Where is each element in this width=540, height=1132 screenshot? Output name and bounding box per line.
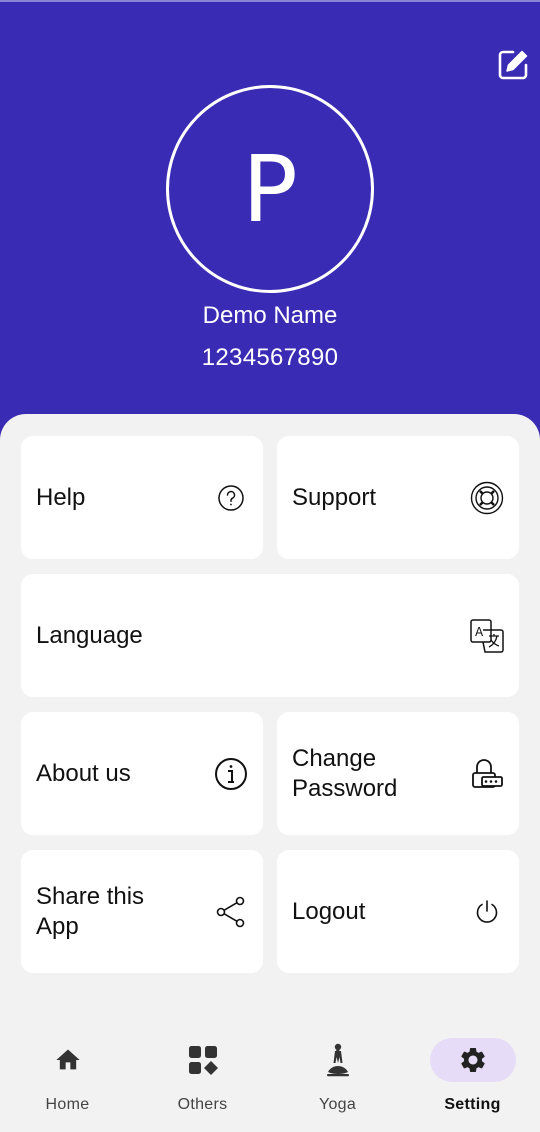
- grid-icon: [189, 1046, 218, 1075]
- yoga-icon: [327, 1043, 349, 1077]
- lifebuoy-icon: [469, 480, 505, 516]
- translate-icon: A: [469, 618, 505, 654]
- about-card[interactable]: About us: [21, 712, 263, 835]
- home-icon: [56, 1049, 80, 1070]
- avatar: P: [166, 85, 374, 293]
- help-label: Help: [36, 483, 86, 511]
- lock-password-icon: [469, 756, 505, 792]
- support-card[interactable]: Support: [277, 436, 519, 559]
- bottom-nav: Home Others Yoga Setting: [0, 1020, 540, 1132]
- change-password-line-1: Change: [292, 744, 377, 772]
- nav-setting-label: Setting: [444, 1096, 501, 1113]
- info-icon: [213, 756, 249, 792]
- nav-home[interactable]: Home: [0, 1020, 135, 1132]
- nav-setting-pill: [430, 1038, 516, 1082]
- share-card[interactable]: Share this App: [21, 850, 263, 973]
- share-line-1: Share this: [36, 882, 145, 910]
- profile-phone: 1234567890: [201, 344, 339, 371]
- gear-icon: [461, 1048, 485, 1072]
- share-icon: [213, 894, 249, 930]
- logout-label: Logout: [292, 897, 366, 925]
- share-line-2: App: [36, 912, 79, 940]
- about-label: About us: [36, 759, 131, 787]
- nav-others-pill: [160, 1038, 246, 1082]
- nav-home-pill: [25, 1038, 111, 1082]
- nav-home-label: Home: [45, 1096, 90, 1113]
- change-password-card[interactable]: Change Password: [277, 712, 519, 835]
- power-icon: [469, 894, 505, 930]
- help-card[interactable]: Help: [21, 436, 263, 559]
- profile-header: P Demo Name 1234567890: [0, 0, 540, 440]
- share-label: Share this App: [36, 882, 144, 942]
- language-card[interactable]: Language A: [21, 574, 519, 697]
- edit-profile-button[interactable]: [494, 46, 532, 84]
- svg-text:A: A: [475, 625, 484, 639]
- profile-name: Demo Name: [202, 302, 338, 329]
- nav-yoga-label: Yoga: [318, 1096, 357, 1113]
- nav-setting[interactable]: Setting: [405, 1020, 540, 1132]
- nav-others-label: Others: [177, 1096, 228, 1113]
- nav-others[interactable]: Others: [135, 1020, 270, 1132]
- nav-yoga[interactable]: Yoga: [270, 1020, 405, 1132]
- logout-card[interactable]: Logout: [277, 850, 519, 973]
- support-label: Support: [292, 483, 377, 511]
- change-password-line-2: Password: [292, 774, 398, 802]
- change-password-label: Change Password: [292, 744, 397, 804]
- edit-icon: [498, 50, 528, 80]
- nav-yoga-pill: [295, 1038, 381, 1082]
- help-circle-icon: [213, 480, 249, 516]
- language-label: Language: [36, 621, 143, 649]
